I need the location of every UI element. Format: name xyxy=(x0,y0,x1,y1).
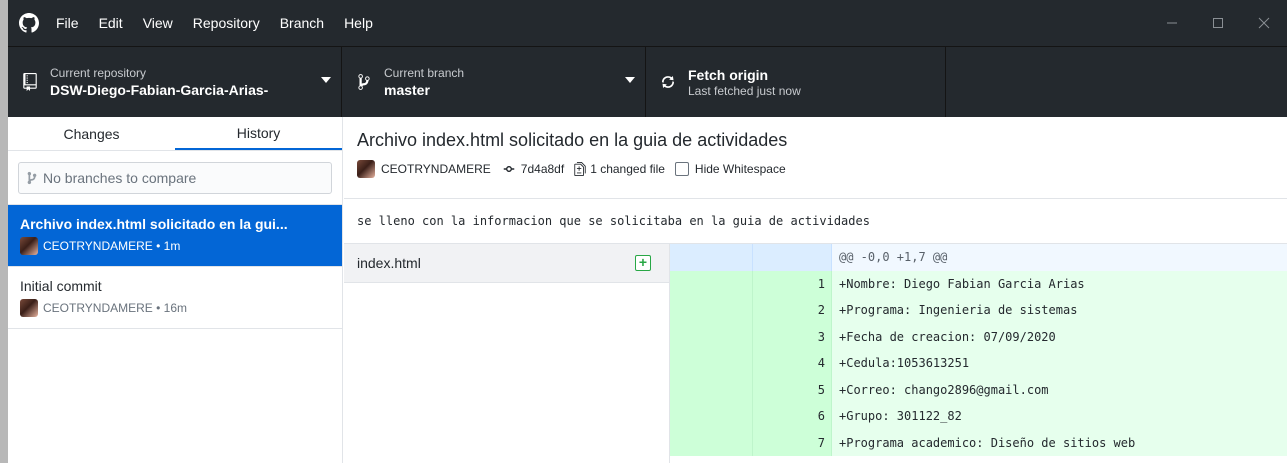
maximize-button[interactable] xyxy=(1195,0,1241,46)
line-number-new: 2 xyxy=(753,297,832,324)
line-number-old xyxy=(670,403,753,430)
menu-help[interactable]: Help xyxy=(334,0,383,46)
diff-line-text: +Grupo: 301122_82 xyxy=(832,403,1287,430)
commit-sha[interactable]: 7d4a8df xyxy=(521,162,564,176)
menu-view[interactable]: View xyxy=(133,0,183,46)
tab-changes[interactable]: Changes xyxy=(8,117,175,150)
commit-author: CEOTRYNDAMERE xyxy=(381,162,491,176)
line-number-new: 5 xyxy=(753,376,832,403)
diff-line-text: +Programa: Ingenieria de sistemas xyxy=(832,297,1287,324)
commit-title: Archivo index.html solicitado en la gui.… xyxy=(20,216,288,232)
diff-view: @@ -0,0 +1,7 @@ 1 +Nombre: Diego Fabian … xyxy=(670,244,1287,463)
diff-line-added[interactable]: 7 +Programa academico: Diseño de sitios … xyxy=(670,429,1287,456)
diff-line-text: +Nombre: Diego Fabian Garcia Arias xyxy=(832,270,1287,297)
branch-icon xyxy=(342,73,376,91)
line-number-new xyxy=(753,244,832,271)
title-bar: File Edit View Repository Branch Help xyxy=(8,0,1287,46)
diff-line-text: +Programa academico: Diseño de sitios we… xyxy=(832,429,1287,456)
fetch-origin-button[interactable]: Fetch origin Last fetched just now xyxy=(646,47,946,117)
sync-icon xyxy=(646,74,680,90)
commit-title: Initial commit xyxy=(20,278,102,294)
github-logo-icon xyxy=(12,0,46,46)
commit-details: CEOTRYNDAMERE 7d4a8df 1 changed file Hid… xyxy=(357,160,1287,178)
changed-files-count: 1 changed file xyxy=(590,162,665,176)
menu-repository[interactable]: Repository xyxy=(183,0,270,46)
avatar xyxy=(357,160,375,178)
commit-list-item[interactable]: Initial commit CEOTRYNDAMERE • 16m xyxy=(8,267,342,329)
diff-line-added[interactable]: 5 +Correo: chango2896@gmail.com xyxy=(670,376,1287,403)
avatar xyxy=(20,299,38,317)
close-icon xyxy=(1258,17,1270,29)
branch-compare-input[interactable]: No branches to compare xyxy=(18,162,332,194)
menu-file[interactable]: File xyxy=(46,0,89,46)
repo-label: Current repository xyxy=(50,65,147,80)
hide-whitespace-label: Hide Whitespace xyxy=(694,162,786,176)
toolbar: Current repository DSW-Diego-Fabian-Garc… xyxy=(8,46,1287,117)
diff-line-added[interactable]: 4 +Cedula:1053613251 xyxy=(670,350,1287,377)
hide-whitespace-checkbox[interactable]: Hide Whitespace xyxy=(674,162,786,176)
minimize-icon xyxy=(1167,22,1177,24)
repo-icon xyxy=(8,73,42,91)
menu-bar: File Edit View Repository Branch Help xyxy=(46,0,383,46)
diff-icon xyxy=(574,162,586,176)
commit-icon xyxy=(501,163,517,175)
line-number-new: 6 xyxy=(753,403,832,430)
diff-line-text: +Fecha de creacion: 07/09/2020 xyxy=(832,323,1287,350)
diff-hunk-header: @@ -0,0 +1,7 @@ xyxy=(670,244,1287,271)
branch-name: master xyxy=(384,81,430,98)
hunk-text: @@ -0,0 +1,7 @@ xyxy=(839,250,948,264)
maximize-icon xyxy=(1213,18,1223,28)
current-repository-button[interactable]: Current repository DSW-Diego-Fabian-Garc… xyxy=(8,47,342,117)
branch-label: Current branch xyxy=(384,65,465,80)
line-number-new: 7 xyxy=(753,429,832,456)
avatar xyxy=(20,237,38,255)
repo-name: DSW-Diego-Fabian-Garcia-Arias- xyxy=(50,81,269,98)
window-controls xyxy=(1149,0,1287,46)
diff-line-text: +Correo: chango2896@gmail.com xyxy=(832,376,1287,403)
file-added-icon: + xyxy=(635,255,651,271)
chevron-down-icon xyxy=(625,77,635,83)
commit-meta: CEOTRYNDAMERE • 16m xyxy=(43,301,188,315)
commit-list: Archivo index.html solicitado en la gui.… xyxy=(8,204,342,329)
commit-list-item[interactable]: Archivo index.html solicitado en la gui.… xyxy=(8,205,342,267)
fetch-label: Fetch origin xyxy=(688,66,769,83)
checkbox-box[interactable] xyxy=(674,162,689,176)
line-number-old xyxy=(670,244,753,271)
commit-detail: Archivo index.html solicitado en la guia… xyxy=(344,117,1287,463)
fetch-status: Last fetched just now xyxy=(688,83,801,98)
line-number-old xyxy=(670,376,753,403)
line-number-new: 3 xyxy=(753,323,832,350)
commit-summary: Archivo index.html solicitado en la guia… xyxy=(357,130,788,150)
menu-edit[interactable]: Edit xyxy=(89,0,133,46)
branch-icon xyxy=(27,171,37,185)
minimize-button[interactable] xyxy=(1149,0,1195,46)
window-edge xyxy=(0,0,8,463)
sidebar-tabs: Changes History xyxy=(8,117,342,151)
sidebar: Changes History No branches to compare A… xyxy=(8,117,343,463)
diff-line-added[interactable]: 1 +Nombre: Diego Fabian Garcia Arias xyxy=(670,270,1287,297)
line-number-new: 1 xyxy=(753,270,832,297)
changed-files-list: index.html + xyxy=(344,244,670,463)
diff-line-added[interactable]: 2 +Programa: Ingenieria de sistemas xyxy=(670,297,1287,324)
chevron-down-icon xyxy=(321,77,331,83)
menu-branch[interactable]: Branch xyxy=(270,0,334,46)
line-number-old xyxy=(670,429,753,456)
line-number-old xyxy=(670,270,753,297)
diff-line-added[interactable]: 6 +Grupo: 301122_82 xyxy=(670,403,1287,430)
close-button[interactable] xyxy=(1241,0,1287,46)
line-number-new: 4 xyxy=(753,350,832,377)
diff-line-text: +Cedula:1053613251 xyxy=(832,350,1287,377)
file-name: index.html xyxy=(357,255,421,271)
file-list-item[interactable]: index.html + xyxy=(344,244,669,283)
commit-description: se lleno con la informacion que se solic… xyxy=(344,199,1287,244)
line-number-old xyxy=(670,350,753,377)
line-number-old xyxy=(670,297,753,324)
commit-meta: CEOTRYNDAMERE • 1m xyxy=(43,239,181,253)
tab-history[interactable]: History xyxy=(175,117,342,150)
commit-header: Archivo index.html solicitado en la guia… xyxy=(344,117,1287,199)
compare-placeholder: No branches to compare xyxy=(43,170,197,186)
current-branch-button[interactable]: Current branch master xyxy=(342,47,646,117)
diff-line-added[interactable]: 3 +Fecha de creacion: 07/09/2020 xyxy=(670,323,1287,350)
line-number-old xyxy=(670,323,753,350)
